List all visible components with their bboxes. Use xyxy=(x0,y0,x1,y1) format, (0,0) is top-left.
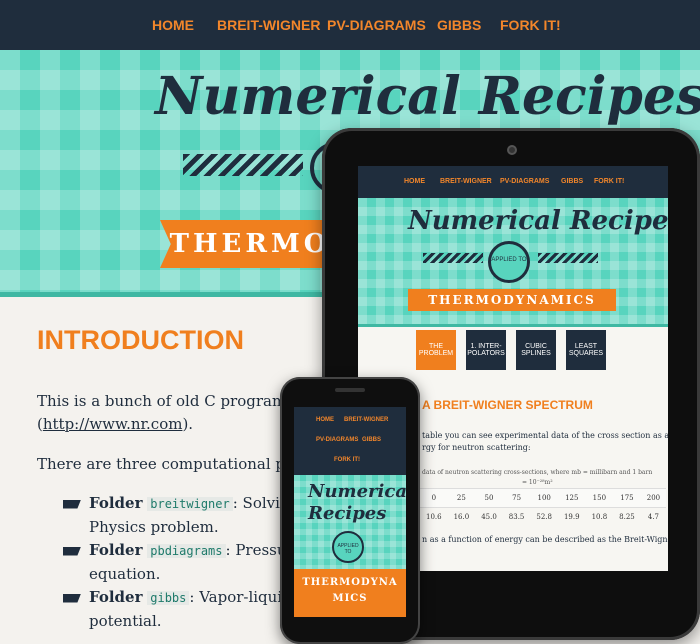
nav-home[interactable]: Home xyxy=(152,17,194,33)
tablet-nav-breit[interactable]: Breit-Wigner xyxy=(440,178,492,185)
tablet-tab-least-squares[interactable]: Least Squares xyxy=(566,330,606,370)
top-nav: Home Breit-Wigner PV-Diagrams Gibbs Fork… xyxy=(0,0,700,50)
intro-paragraph-2: There are three computational phys xyxy=(37,455,311,473)
list-item-cont: equation. xyxy=(89,565,161,583)
tablet-hero-title: Numerical Recipes xyxy=(408,206,668,236)
tablet-hero-divider xyxy=(358,324,668,327)
list-item: Folder pbdiagrams: Pressu xyxy=(63,539,287,563)
phone-badge: Applied to xyxy=(332,531,364,563)
list-item-cont: potential. xyxy=(89,612,162,630)
nr-link[interactable]: http://www.nr.com xyxy=(43,415,183,433)
tablet-section-heading: A BREIT-WIGNER SPECTRUM xyxy=(422,398,593,412)
folder-code: pbdiagrams xyxy=(147,544,226,558)
bullet-icon xyxy=(63,499,81,509)
bullet-icon xyxy=(63,593,81,603)
phone-nav: Home Breit-Wigner PV-Diagrams Gibbs Fork… xyxy=(294,407,406,475)
phone-banner: THERMODYNA MICS xyxy=(294,569,406,617)
nav-fork-it[interactable]: Fork it! xyxy=(500,17,561,33)
tablet-tab-problem[interactable]: The Problem xyxy=(416,330,456,370)
phone-nav-home[interactable]: Home xyxy=(316,417,334,423)
intro-paragraph-1: This is a bunch of old C programs b (http… xyxy=(37,392,309,433)
list-item: Folder gibbs: Vapor-liqui xyxy=(63,586,287,610)
tablet-tab-cubic-splines[interactable]: Cubic Splines xyxy=(516,330,556,370)
phone-nav-breit[interactable]: Breit-Wigner xyxy=(344,417,388,423)
folder-code: breitwigner xyxy=(147,497,233,511)
nav-pv-diagrams[interactable]: PV-Diagrams xyxy=(327,17,426,33)
folder-list: Folder breitwigner: Solvi Physics proble… xyxy=(63,492,287,633)
tablet-camera xyxy=(507,145,517,155)
tablet-hero-stripes xyxy=(423,253,483,263)
tablet-data-table: 0 25 50 75 100 125 150 175 200 10.6 16.0 45.0 83.5 5… xyxy=(420,488,667,526)
intro-heading: INTRODUCTION xyxy=(37,325,244,355)
hero-banner: THERMO xyxy=(160,220,340,268)
tablet-banner: THERMODYNAMICS xyxy=(408,289,616,311)
tablet-nav-gibbs[interactable]: Gibbs xyxy=(561,178,583,185)
tablet-nav-pv[interactable]: PV-Diagrams xyxy=(500,178,549,185)
table-row: 10.6 16.0 45.0 83.5 52.8 19.9 10.8 8.25 4.7 xyxy=(420,507,667,526)
phone-nav-gibbs[interactable]: Gibbs xyxy=(362,437,381,443)
phone-hero-title: Numerical Recipes xyxy=(308,481,406,524)
list-item-cont: Physics problem. xyxy=(89,518,219,536)
phone-nav-pv[interactable]: PV-Diagrams xyxy=(316,437,358,443)
tablet-nav-fork[interactable]: Fork it! xyxy=(594,178,624,185)
tablet-nav: Home Breit-Wigner PV-Diagrams Gibbs Fork… xyxy=(358,166,668,198)
folder-code: gibbs xyxy=(147,591,190,605)
nav-gibbs[interactable]: Gibbs xyxy=(437,17,481,33)
hero-stripes xyxy=(183,154,303,176)
phone-nav-fork[interactable]: Fork it! xyxy=(334,457,360,463)
tablet-badge: Applied to xyxy=(488,241,530,283)
list-item: Folder breitwigner: Solvi xyxy=(63,492,287,516)
hero-title: Numerical Recipes xyxy=(155,66,700,127)
tablet-tab-interpolators[interactable]: 1. Inter-polators xyxy=(466,330,506,370)
nav-breit-wigner[interactable]: Breit-Wigner xyxy=(217,17,320,33)
bullet-icon xyxy=(63,546,81,556)
tablet-paragraph: table you can see experimental data of t… xyxy=(422,431,668,452)
tablet-hero-stripes-right xyxy=(538,253,598,263)
phone-speaker xyxy=(335,388,365,392)
tablet-table-caption: data of neutron scattering cross-section… xyxy=(422,469,653,486)
table-row: 0 25 50 75 100 125 150 175 200 xyxy=(420,488,667,508)
tablet-paragraph-2: n as a function of energy can be describ… xyxy=(422,535,668,544)
phone-screen: Home Breit-Wigner PV-Diagrams Gibbs Fork… xyxy=(294,407,406,617)
tablet-nav-home[interactable]: Home xyxy=(404,178,425,185)
